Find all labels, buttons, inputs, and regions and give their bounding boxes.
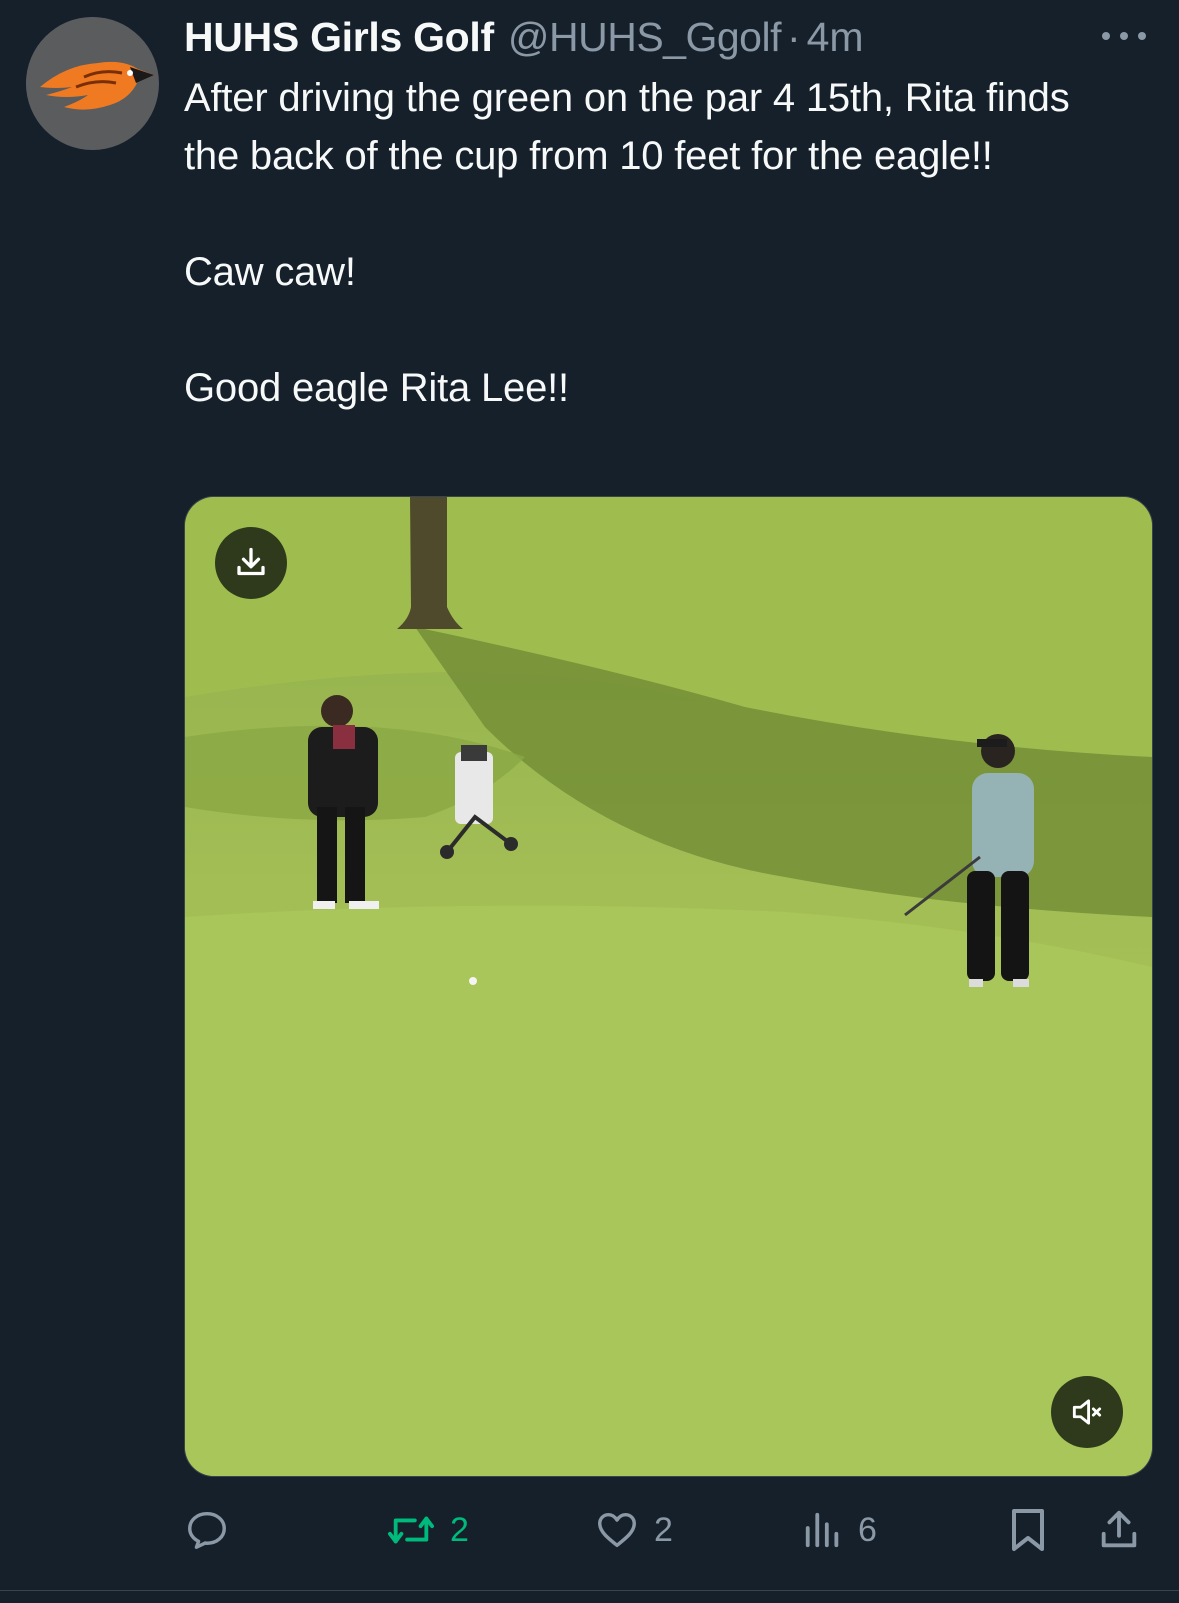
retweet-button[interactable]: 2 — [386, 1500, 469, 1560]
views-button[interactable]: 6 — [802, 1500, 877, 1560]
reply-button[interactable] — [184, 1500, 230, 1560]
user-handle[interactable]: @HUHS_Ggolf — [508, 14, 782, 61]
display-name[interactable]: HUHS Girls Golf — [184, 14, 494, 61]
retweet-icon — [387, 1516, 434, 1544]
video-player[interactable] — [184, 496, 1153, 1477]
views-count: 6 — [858, 1510, 877, 1549]
download-button[interactable] — [215, 527, 287, 599]
views-chart-icon — [805, 1512, 839, 1548]
tweet-text: After driving the green on the par 4 15t… — [184, 76, 1070, 410]
like-button[interactable]: 2 — [594, 1500, 673, 1560]
unmute-button[interactable] — [1051, 1376, 1123, 1448]
avatar[interactable] — [26, 17, 159, 150]
retweet-count: 2 — [450, 1510, 469, 1549]
speaker-muted-icon — [1072, 1399, 1102, 1425]
reply-icon — [188, 1511, 226, 1549]
download-icon — [237, 547, 265, 576]
golf-course-video-frame — [185, 497, 1152, 1476]
separator-dot: · — [786, 13, 801, 60]
share-button[interactable] — [1096, 1500, 1142, 1560]
more-options-icon[interactable] — [1102, 26, 1146, 46]
divider — [0, 1590, 1179, 1591]
bookmark-icon — [1012, 1509, 1044, 1551]
share-icon — [1101, 1510, 1137, 1548]
bookmark-button[interactable] — [1006, 1500, 1050, 1560]
bird-logo-icon — [26, 17, 158, 149]
timestamp[interactable]: 4m — [807, 14, 864, 61]
heart-icon — [598, 1512, 636, 1548]
like-count: 2 — [654, 1510, 673, 1549]
tweet-header: HUHS Girls Golf @HUHS_Ggolf · 4m — [184, 12, 864, 62]
action-bar: 2 2 6 — [184, 1500, 1144, 1560]
